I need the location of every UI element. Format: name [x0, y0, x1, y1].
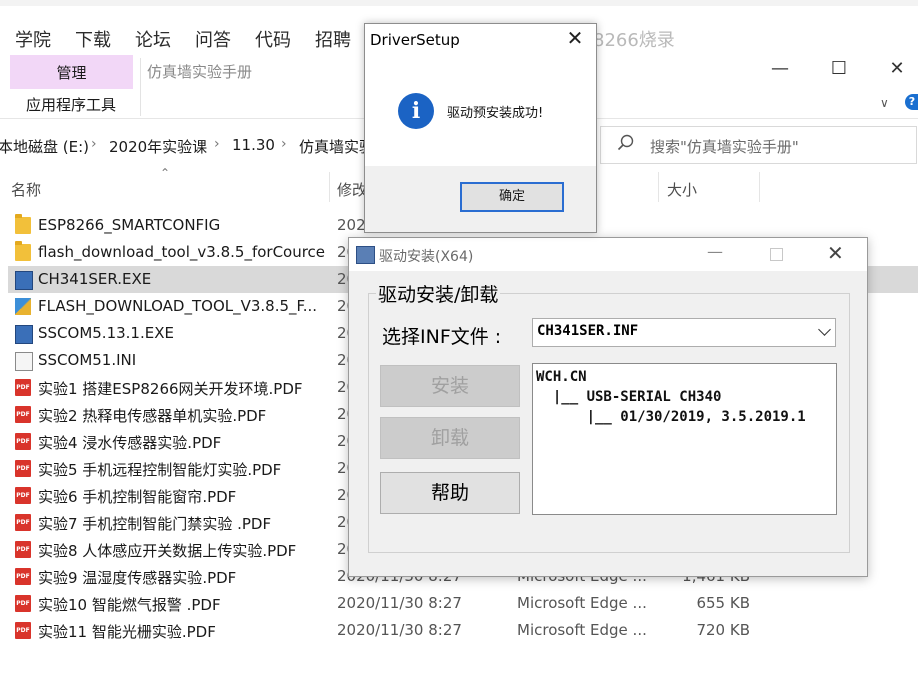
pdf-icon: PDF — [15, 406, 31, 423]
file-date: 2020/11/30 8:27 — [337, 594, 462, 612]
file-name: 实验1 搭建ESP8266网关开发环境.PDF — [38, 380, 303, 398]
driver-info-box: WCH.CN |__ USB-SERIAL CH340 |__ 01/30/20… — [532, 363, 837, 515]
inf-file-label: 选择INF文件 : — [382, 326, 502, 348]
uninstall-button[interactable]: 卸载 — [380, 417, 520, 459]
inf-file-select[interactable]: CH341SER.INF — [532, 318, 836, 347]
file-name: flash_download_tool_v3.8.5_forCource — [38, 243, 326, 261]
file-size: 720 KB — [696, 621, 750, 639]
file-name: FLASH_DOWNLOAD_TOOL_V3.8.5_F... — [38, 297, 318, 315]
file-date: 2020/11/30 8:27 — [337, 621, 462, 639]
install-button[interactable]: 安装 — [380, 365, 520, 407]
breadcrumb-course[interactable]: 2020年实验课 — [109, 136, 207, 157]
file-name: 实验7 手机控制智能门禁实验 .PDF — [38, 515, 272, 533]
driversetup-dialog: DriverSetup ✕ i 驱动预安装成功! 确定 — [364, 23, 597, 233]
file-row[interactable]: PDF 实验11 智能光栅实验.PDF 2020/11/30 8:27 Microso… — [8, 617, 918, 644]
ini-icon — [15, 352, 33, 371]
inf-file-value: CH341SER.INF — [537, 323, 639, 339]
column-header-modified[interactable]: 修改 — [337, 179, 367, 200]
exe-icon — [15, 271, 33, 290]
folder-icon — [15, 241, 31, 261]
sort-caret-icon: ⌃ — [160, 166, 171, 180]
driver-maximize-button[interactable] — [770, 248, 783, 261]
browser-top-strip — [0, 0, 918, 6]
breadcrumb-separator-icon: › — [281, 136, 287, 152]
app-icon — [15, 298, 31, 315]
info-line-device: |__ USB-SERIAL CH340 — [536, 389, 722, 405]
nav-item-jobs[interactable]: 招聘 — [315, 26, 351, 52]
ok-button[interactable]: 确定 — [460, 182, 564, 212]
file-name: 实验9 温湿度传感器实验.PDF — [38, 569, 237, 587]
file-name: ESP8266_SMARTCONFIG — [38, 216, 221, 234]
pdf-icon: PDF — [15, 514, 31, 531]
help-button[interactable]: 帮助 — [380, 472, 520, 514]
window-title: 仿真墙实验手册 — [147, 63, 253, 81]
close-button[interactable]: ✕ — [882, 58, 912, 79]
column-separator[interactable] — [329, 172, 330, 202]
file-name: 实验4 浸水传感器实验.PDF — [38, 434, 222, 452]
nav-item-forum[interactable]: 论坛 — [135, 26, 171, 52]
chevron-down-icon — [818, 323, 831, 336]
search-icon — [617, 134, 634, 151]
exe-icon — [15, 325, 33, 344]
group-title: 驱动安装/卸载 — [376, 280, 501, 307]
ribbon-expand-icon[interactable]: ∨ — [880, 96, 889, 110]
search-input[interactable]: 搜索"仿真墙实验手册" — [650, 136, 799, 157]
column-header-name[interactable]: 名称 — [11, 179, 41, 200]
file-type: Microsoft Edge ... — [517, 594, 647, 612]
file-name: 实验11 智能光栅实验.PDF — [38, 623, 216, 641]
folder-icon — [15, 214, 31, 234]
info-line-vendor: WCH.CN — [536, 369, 587, 385]
file-name: 实验2 热释电传感器单机实验.PDF — [38, 407, 267, 425]
breadcrumb-folder[interactable]: 仿真墙实验手册 — [299, 136, 365, 157]
search-hint-text: 8266烧录 — [593, 30, 675, 51]
file-name: CH341SER.EXE — [38, 270, 152, 288]
info-line-version: |__ 01/30/2019, 3.5.2019.1 — [536, 409, 806, 425]
driver-window-titlebar[interactable]: 驱动安装(X64) — ✕ — [349, 238, 867, 271]
file-name: 实验6 手机控制智能窗帘.PDF — [38, 488, 237, 506]
dialog-title: DriverSetup — [370, 31, 460, 49]
tab-manage[interactable]: 管理 — [10, 62, 133, 83]
info-icon: i — [398, 93, 434, 129]
pdf-icon: PDF — [15, 460, 31, 477]
driver-app-icon — [356, 246, 375, 264]
column-header-size[interactable]: 大小 — [667, 179, 697, 200]
minimize-button[interactable]: — — [765, 58, 795, 79]
driver-close-button[interactable]: ✕ — [827, 241, 844, 265]
maximize-button[interactable]: ☐ — [824, 58, 854, 79]
file-name: SSCOM5.13.1.EXE — [38, 324, 174, 342]
file-row[interactable]: PDF 实验10 智能燃气报警 .PDF 2020/11/30 8:27 Micros… — [8, 590, 918, 617]
pdf-icon: PDF — [15, 379, 31, 396]
driver-minimize-button[interactable]: — — [707, 242, 723, 261]
nav-item-code[interactable]: 代码 — [255, 26, 291, 52]
ribbon-divider — [140, 58, 141, 116]
driver-window-title: 驱动安装(X64) — [379, 249, 474, 265]
dialog-message: 驱动预安装成功! — [447, 106, 544, 121]
file-name: 实验5 手机远程控制智能灯实验.PDF — [38, 461, 282, 479]
nav-item-xueyuan[interactable]: 学院 — [15, 26, 51, 52]
file-type: Microsoft Edge ... — [517, 621, 647, 639]
breadcrumb-separator-icon: › — [214, 136, 220, 152]
driver-install-window: 驱动安装(X64) — ✕ 驱动安装/卸载 选择INF文件 : CH341SER… — [348, 237, 868, 577]
help-icon[interactable]: ? — [905, 94, 918, 110]
column-separator[interactable] — [759, 172, 760, 202]
pdf-icon: PDF — [15, 622, 31, 639]
pdf-icon: PDF — [15, 595, 31, 612]
file-name: 实验8 人体感应开关数据上传实验.PDF — [38, 542, 297, 560]
pdf-icon: PDF — [15, 433, 31, 450]
file-name: SSCOM51.INI — [38, 351, 137, 369]
pdf-icon: PDF — [15, 568, 31, 585]
nav-item-download[interactable]: 下载 — [75, 26, 111, 52]
file-name: 实验10 智能燃气报警 .PDF — [38, 596, 221, 614]
breadcrumb-drive[interactable]: 本地磁盘 (E:) — [0, 136, 89, 157]
tab-app-tools[interactable]: 应用程序工具 — [26, 94, 116, 115]
pdf-icon: PDF — [15, 541, 31, 558]
breadcrumb-date[interactable]: 11.30 — [232, 136, 275, 154]
nav-item-qa[interactable]: 问答 — [195, 26, 231, 52]
column-separator[interactable] — [658, 172, 659, 202]
file-size: 655 KB — [696, 594, 750, 612]
pdf-icon: PDF — [15, 487, 31, 504]
dialog-close-button[interactable]: ✕ — [561, 26, 589, 50]
breadcrumb-separator-icon: › — [91, 136, 97, 152]
